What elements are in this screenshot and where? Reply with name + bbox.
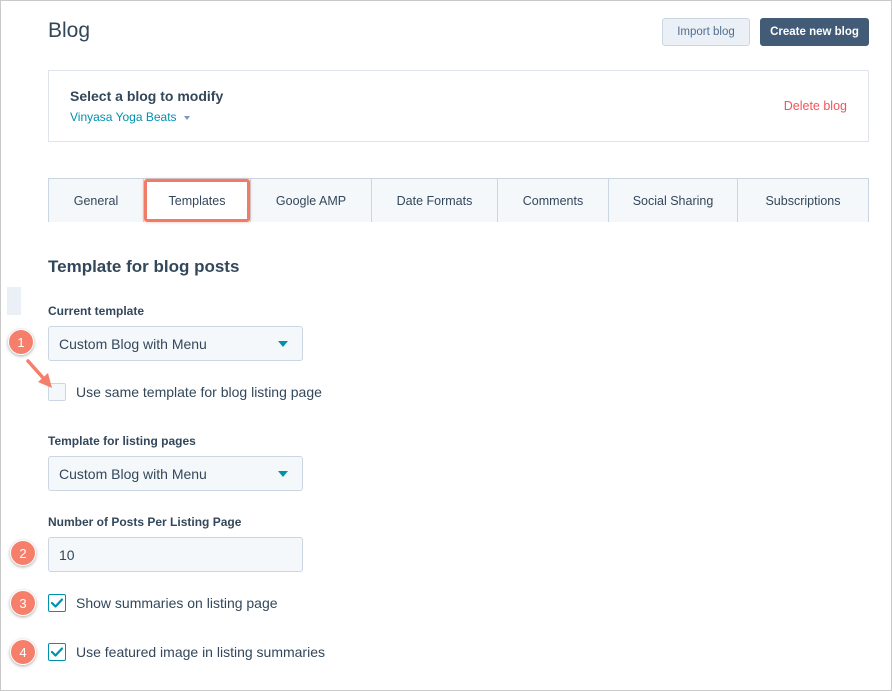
listing-template-value: Custom Blog with Menu [59, 465, 207, 482]
listing-template-label: Template for listing pages [48, 434, 196, 448]
tab-google-amp[interactable]: Google AMP [251, 179, 372, 222]
arrow-icon [26, 359, 52, 388]
blog-selector-heading: Select a blog to modify [70, 88, 224, 104]
posts-per-page-label: Number of Posts Per Listing Page [48, 515, 242, 529]
tab-label: Google AMP [275, 193, 347, 208]
checkmark-icon [51, 647, 63, 657]
tab-label: Date Formats [396, 193, 473, 208]
tab-social-sharing[interactable]: Social Sharing [609, 179, 738, 222]
callout-badge-1: 1 [8, 329, 34, 355]
tab-general[interactable]: General [49, 179, 144, 222]
blog-dropdown[interactable]: Vinyasa Yoga Beats [70, 110, 190, 124]
show-summaries-option[interactable]: Show summaries on listing page [48, 594, 278, 612]
side-marker [7, 287, 21, 315]
posts-per-page-input[interactable] [48, 537, 303, 572]
current-template-label: Current template [48, 304, 145, 318]
delete-blog-link[interactable]: Delete blog [784, 99, 847, 113]
show-summaries-label: Show summaries on listing page [76, 595, 278, 611]
selected-blog-label: Vinyasa Yoga Beats [70, 110, 177, 124]
tab-label: Comments [522, 193, 584, 208]
import-blog-button[interactable]: Import blog [662, 18, 750, 46]
tab-label: General [73, 193, 119, 208]
current-template-select[interactable]: Custom Blog with Menu [48, 326, 303, 361]
checkmark-icon [51, 598, 63, 608]
chevron-down-icon [278, 341, 288, 347]
listing-template-select[interactable]: Custom Blog with Menu [48, 456, 303, 491]
tab-templates[interactable]: Templates [144, 179, 251, 222]
featured-image-option[interactable]: Use featured image in listing summaries [48, 643, 325, 661]
tab-label: Subscriptions [765, 193, 841, 208]
callout-badge-3: 3 [10, 590, 36, 616]
callout-badge-4: 4 [10, 639, 36, 665]
page-title: Blog [48, 19, 91, 42]
tab-date-formats[interactable]: Date Formats [372, 179, 498, 222]
chevron-down-icon [278, 471, 288, 477]
tab-subscriptions[interactable]: Subscriptions [738, 179, 868, 222]
app-frame: Blog Import blog Create new blog Select … [0, 0, 892, 691]
same-template-option[interactable]: Use same template for blog listing page [48, 383, 322, 401]
featured-image-label: Use featured image in listing summaries [76, 644, 325, 660]
chevron-down-icon [183, 116, 190, 120]
same-template-label: Use same template for blog listing page [76, 384, 322, 400]
featured-image-checkbox[interactable] [48, 643, 66, 661]
blog-selector-card: Select a blog to modify Vinyasa Yoga Bea… [48, 70, 869, 142]
current-template-value: Custom Blog with Menu [59, 335, 207, 352]
callout-badge-2: 2 [10, 540, 36, 566]
section-title: Template for blog posts [48, 257, 240, 276]
show-summaries-checkbox[interactable] [48, 594, 66, 612]
create-new-blog-button[interactable]: Create new blog [760, 18, 869, 46]
tab-label: Social Sharing [632, 193, 714, 208]
settings-tabs: General Templates Google AMP Date Format… [48, 178, 869, 222]
tab-label: Templates [168, 193, 226, 208]
tab-comments[interactable]: Comments [498, 179, 609, 222]
